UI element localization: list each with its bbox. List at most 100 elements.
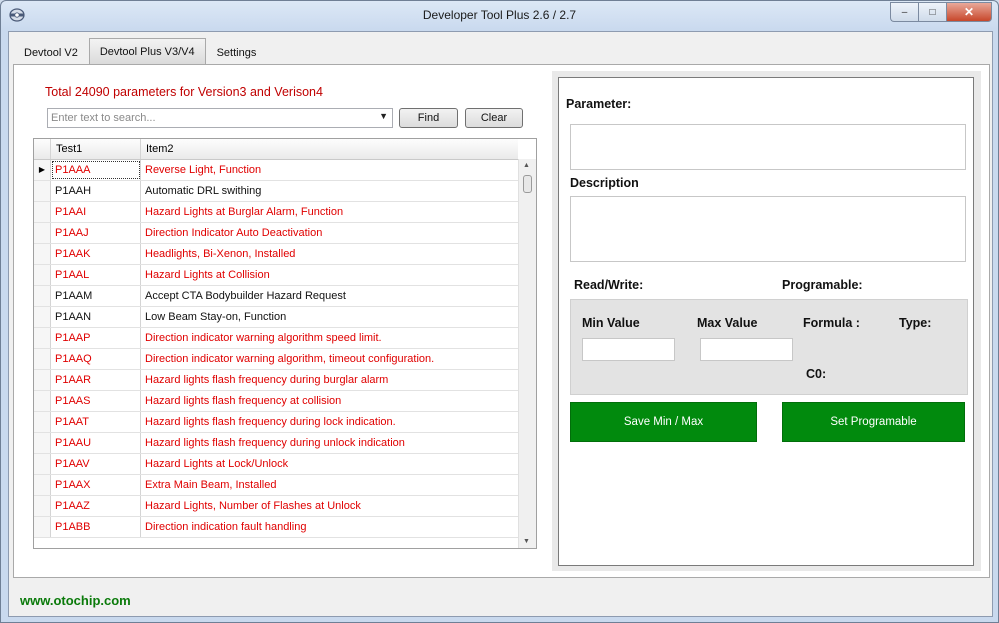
title-bar[interactable]: Developer Tool Plus 2.6 / 2.7 – □ ✕ <box>1 1 998 31</box>
cell-item[interactable]: Hazard Lights, Number of Flashes at Unlo… <box>141 496 518 516</box>
cell-code[interactable]: P1AAJ <box>51 223 141 243</box>
search-input[interactable] <box>48 109 374 127</box>
maximize-button[interactable]: □ <box>918 2 946 22</box>
description-field[interactable] <box>570 196 966 262</box>
cell-code[interactable]: P1AAR <box>51 370 141 390</box>
table-row[interactable]: ▶ P1AAA Reverse Light, Function <box>34 160 518 181</box>
cell-code[interactable]: P1AAN <box>51 307 141 327</box>
cell-code[interactable]: P1AAV <box>51 454 141 474</box>
row-header[interactable] <box>34 370 51 390</box>
column-header-item2[interactable]: Item2 <box>141 139 518 159</box>
close-button[interactable]: ✕ <box>946 2 992 22</box>
table-row[interactable]: P1AAL Hazard Lights at Collision <box>34 265 518 286</box>
table-row[interactable]: P1AAM Accept CTA Bodybuilder Hazard Reque… <box>34 286 518 307</box>
row-header[interactable] <box>34 286 51 306</box>
table-row[interactable]: P1AAQ Direction indicator warning algorit… <box>34 349 518 370</box>
scroll-up-icon[interactable]: ▲ <box>523 162 530 169</box>
cell-item[interactable]: Reverse Light, Function <box>141 160 518 180</box>
tab-devtool-plus-v3v4[interactable]: Devtool Plus V3/V4 <box>88 38 206 65</box>
cell-item[interactable]: Extra Main Beam, Installed <box>141 475 518 495</box>
cell-item[interactable]: Hazard lights flash frequency during bur… <box>141 370 518 390</box>
cell-item[interactable]: Hazard Lights at Burglar Alarm, Function <box>141 202 518 222</box>
cell-code[interactable]: P1AAX <box>51 475 141 495</box>
cell-code[interactable]: P1AAK <box>51 244 141 264</box>
parameters-grid[interactable]: Test1 Item2 ▶ P1AAA Reverse Light, Functio… <box>33 138 537 549</box>
find-button[interactable]: Find <box>399 108 458 128</box>
row-header[interactable] <box>34 244 51 264</box>
table-row[interactable]: P1AAZ Hazard Lights, Number of Flashes at… <box>34 496 518 517</box>
tab-page: Total 24090 parameters for Version3 and … <box>13 64 990 578</box>
tab-devtool-v2[interactable]: Devtool V2 <box>13 40 89 65</box>
chevron-down-icon[interactable]: ▼ <box>379 111 388 121</box>
table-row[interactable]: P1AAR Hazard lights flash frequency durin… <box>34 370 518 391</box>
cell-code[interactable]: P1AAT <box>51 412 141 432</box>
scroll-down-icon[interactable]: ▼ <box>523 538 530 545</box>
current-row-indicator-icon[interactable]: ▶ <box>34 160 51 180</box>
search-combobox[interactable]: ▼ <box>47 108 393 128</box>
min-value-input[interactable] <box>582 338 675 361</box>
cell-item[interactable]: Automatic DRL swithing <box>141 181 518 201</box>
cell-item[interactable]: Direction Indicator Auto Deactivation <box>141 223 518 243</box>
row-header[interactable] <box>34 202 51 222</box>
table-row[interactable]: P1AAV Hazard Lights at Lock/Unlock <box>34 454 518 475</box>
cell-item[interactable]: Hazard Lights at Lock/Unlock <box>141 454 518 474</box>
cell-code[interactable]: P1ABB <box>51 517 141 537</box>
save-min-max-button[interactable]: Save Min / Max <box>570 402 757 442</box>
table-row[interactable]: P1AAP Direction indicator warning algorit… <box>34 328 518 349</box>
cell-item[interactable]: Headlights, Bi-Xenon, Installed <box>141 244 518 264</box>
row-header[interactable] <box>34 475 51 495</box>
clear-button[interactable]: Clear <box>465 108 523 128</box>
table-row[interactable]: P1AAI Hazard Lights at Burglar Alarm, Fun… <box>34 202 518 223</box>
minimize-button[interactable]: – <box>890 2 918 22</box>
row-header[interactable] <box>34 517 51 537</box>
row-header[interactable] <box>34 412 51 432</box>
cell-code[interactable]: P1AAA <box>51 160 141 180</box>
cell-code[interactable]: P1AAI <box>51 202 141 222</box>
row-header[interactable] <box>34 328 51 348</box>
row-header[interactable] <box>34 391 51 411</box>
table-row[interactable]: P1ABB Direction indication fault handling <box>34 517 518 538</box>
website-link[interactable]: www.otochip.com <box>20 593 131 608</box>
set-programable-button[interactable]: Set Programable <box>782 402 965 442</box>
row-header[interactable] <box>34 223 51 243</box>
vertical-scrollbar[interactable]: ▲ ▼ <box>518 159 536 548</box>
row-header[interactable] <box>34 433 51 453</box>
row-header[interactable] <box>34 265 51 285</box>
scroll-thumb[interactable] <box>523 175 532 193</box>
row-header[interactable] <box>34 496 51 516</box>
cell-item[interactable]: Low Beam Stay-on, Function <box>141 307 518 327</box>
cell-code[interactable]: P1AAM <box>51 286 141 306</box>
row-header[interactable] <box>34 307 51 327</box>
row-header[interactable] <box>34 349 51 369</box>
table-row[interactable]: P1AAJ Direction Indicator Auto Deactivati… <box>34 223 518 244</box>
grid-header: Test1 Item2 <box>34 139 518 160</box>
table-row[interactable]: P1AAT Hazard lights flash frequency durin… <box>34 412 518 433</box>
cell-code[interactable]: P1AAL <box>51 265 141 285</box>
tab-settings[interactable]: Settings <box>206 40 268 65</box>
cell-item[interactable]: Accept CTA Bodybuilder Hazard Request <box>141 286 518 306</box>
cell-item[interactable]: Hazard lights flash frequency during loc… <box>141 412 518 432</box>
row-header[interactable] <box>34 181 51 201</box>
cell-item[interactable]: Hazard lights flash frequency at collisi… <box>141 391 518 411</box>
row-header[interactable] <box>34 454 51 474</box>
cell-code[interactable]: P1AAU <box>51 433 141 453</box>
cell-item[interactable]: Hazard lights flash frequency during unl… <box>141 433 518 453</box>
table-row[interactable]: P1AAS Hazard lights flash frequency at co… <box>34 391 518 412</box>
table-row[interactable]: P1AAK Headlights, Bi-Xenon, Installed <box>34 244 518 265</box>
cell-item[interactable]: Hazard Lights at Collision <box>141 265 518 285</box>
max-value-input[interactable] <box>700 338 793 361</box>
table-row[interactable]: P1AAN Low Beam Stay-on, Function <box>34 307 518 328</box>
cell-item[interactable]: Direction indication fault handling <box>141 517 518 537</box>
cell-code[interactable]: P1AAH <box>51 181 141 201</box>
cell-code[interactable]: P1AAQ <box>51 349 141 369</box>
parameter-field[interactable] <box>570 124 966 170</box>
table-row[interactable]: P1AAH Automatic DRL swithing <box>34 181 518 202</box>
cell-item[interactable]: Direction indicator warning algorithm sp… <box>141 328 518 348</box>
column-header-test1[interactable]: Test1 <box>51 139 141 159</box>
cell-code[interactable]: P1AAZ <box>51 496 141 516</box>
cell-code[interactable]: P1AAS <box>51 391 141 411</box>
cell-code[interactable]: P1AAP <box>51 328 141 348</box>
cell-item[interactable]: Direction indicator warning algorithm, t… <box>141 349 518 369</box>
table-row[interactable]: P1AAU Hazard lights flash frequency durin… <box>34 433 518 454</box>
table-row[interactable]: P1AAX Extra Main Beam, Installed <box>34 475 518 496</box>
